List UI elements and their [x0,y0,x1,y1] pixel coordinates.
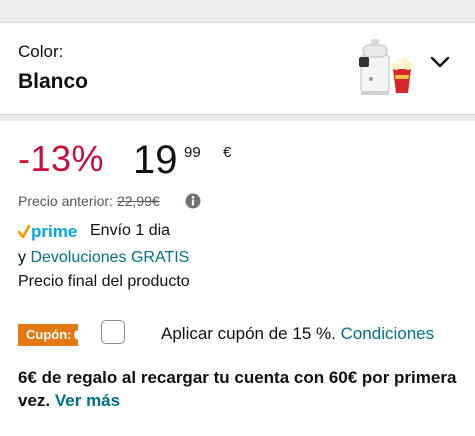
price-currency: € [223,144,232,161]
coupon-text: Aplicar cupón de 15 %. [161,324,336,343]
coupon-badge-label: Cupón: [26,327,72,342]
discount-percentage: -13% [18,138,105,179]
color-label: Color: [18,42,64,61]
svg-text:prime: prime [31,222,77,241]
coupon-description: Aplicar cupón de 15 %. Condiciones [161,324,434,344]
previous-price-label: Precio anterior: [18,193,113,209]
top-separator [0,0,475,22]
color-value: Blanco [18,70,89,93]
promo-message: 6€ de regalo al recargar tu cuenta con 6… [18,366,458,412]
coupon-badge: Cupón: [18,324,84,346]
coupon-badge-notch [74,330,84,340]
coupon-conditions-link[interactable]: Condiciones [341,324,435,343]
prime-logo-icon: prime [18,222,77,241]
returns-info: y Devoluciones GRATIS [18,249,189,267]
final-price-note: Precio final del producto [18,273,190,290]
color-selector[interactable]: Color: Blanco [0,22,475,115]
previous-price: Precio anterior: 22,99€ [18,193,160,209]
chevron-down-icon[interactable] [429,53,451,71]
product-thumbnail-icon[interactable] [357,35,415,97]
info-icon[interactable] [185,193,201,209]
free-returns-link[interactable]: Devoluciones GRATIS [30,249,189,266]
apply-coupon-checkbox[interactable] [101,320,125,344]
previous-price-value: 22,99€ [116,193,160,209]
price-whole: 19 [133,138,178,182]
delivery-time: Envío 1 dia [90,222,171,239]
price-fraction: 99 [184,144,201,161]
section-divider [0,115,475,121]
returns-prefix: y [18,249,26,266]
price-block: -13% 19 99 € [18,138,458,186]
promo-see-more-link[interactable]: Ver más [55,391,120,410]
